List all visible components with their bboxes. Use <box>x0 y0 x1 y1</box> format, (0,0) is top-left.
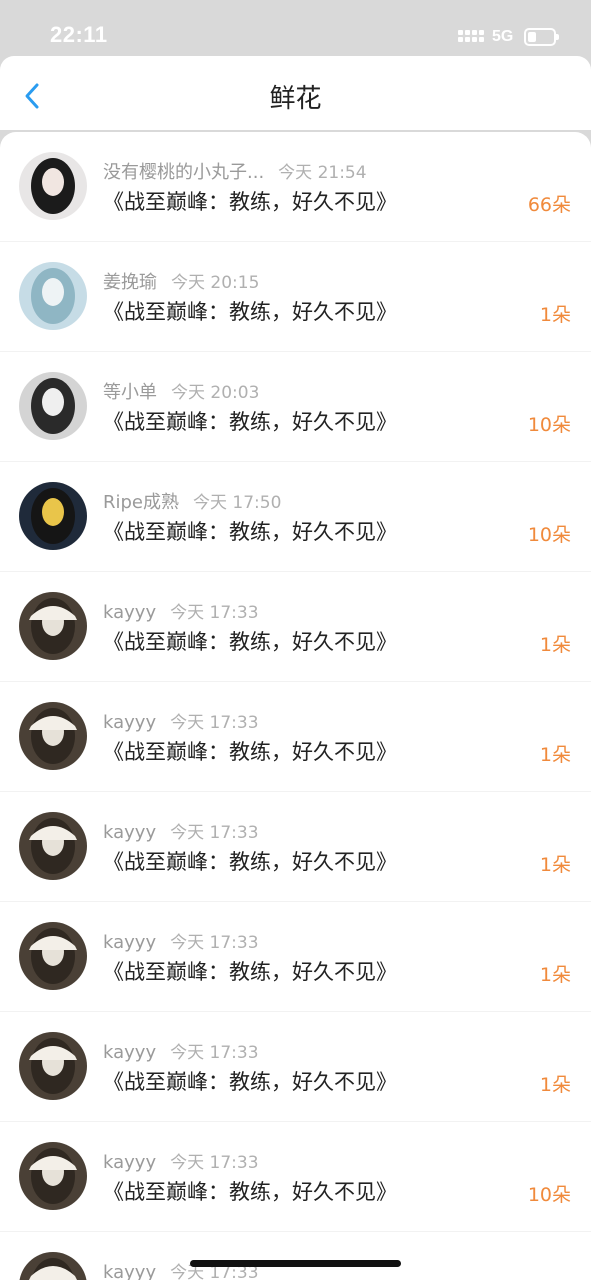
user-name[interactable]: kayyy <box>103 1152 156 1173</box>
avatar[interactable] <box>19 1252 87 1280</box>
timestamp: 今天 17:33 <box>170 603 259 623</box>
user-name[interactable]: 等小单 <box>103 382 157 403</box>
timestamp: 今天 17:33 <box>170 933 259 953</box>
list-item[interactable]: kayyy 今天 17:33 <box>0 1232 591 1280</box>
timestamp: 今天 17:33 <box>170 1153 259 1173</box>
flower-count: 10朵 <box>527 524 571 546</box>
user-name[interactable]: 没有樱桃的小丸子... <box>103 162 264 183</box>
avatar[interactable] <box>19 1142 87 1210</box>
user-name[interactable]: kayyy <box>103 712 156 733</box>
flower-count: 1朵 <box>539 744 571 766</box>
work-title: 《战至巅峰：教练，好久不见》 <box>103 190 397 214</box>
avatar[interactable] <box>19 702 87 770</box>
flower-count: 66朵 <box>527 194 571 216</box>
flower-count: 1朵 <box>539 964 571 986</box>
flower-count: 10朵 <box>527 414 571 436</box>
item-meta: kayyy 今天 17:33 <box>103 708 259 733</box>
list-item[interactable]: kayyy 今天 17:33 《战至巅峰：教练，好久不见》 1朵 <box>0 682 591 792</box>
list-item[interactable]: 姜挽瑜 今天 20:15 《战至巅峰：教练，好久不见》 1朵 <box>0 242 591 352</box>
work-title: 《战至巅峰：教练，好久不见》 <box>103 410 397 434</box>
timestamp: 今天 21:54 <box>278 163 367 183</box>
signal-icon <box>458 30 486 46</box>
item-meta: 没有樱桃的小丸子... 今天 21:54 <box>103 158 367 184</box>
work-title: 《战至巅峰：教练，好久不见》 <box>103 740 397 764</box>
avatar[interactable] <box>19 482 87 550</box>
flower-list: 没有樱桃的小丸子... 今天 21:54 《战至巅峰：教练，好久不见》 66朵 姜挽瑜今… <box>0 132 591 1280</box>
flower-count: 1朵 <box>539 1074 571 1096</box>
nav-bar: 鲜花 <box>0 56 591 130</box>
work-title: 《战至巅峰：教练，好久不见》 <box>103 300 397 324</box>
user-name[interactable]: kayyy <box>103 932 156 953</box>
work-title: 《战至巅峰：教练，好久不见》 <box>103 960 397 984</box>
status-bar: 22:11 5G <box>0 0 591 56</box>
list-item[interactable]: kayyy 今天 17:33 《战至巅峰：教练，好久不见》 1朵 <box>0 902 591 1012</box>
work-title: 《战至巅峰：教练，好久不见》 <box>103 1070 397 1094</box>
flower-count: 1朵 <box>539 854 571 876</box>
list-item[interactable]: kayyy 今天 17:33 《战至巅峰：教练，好久不见》 1朵 <box>0 1012 591 1122</box>
timestamp: 今天 20:15 <box>171 273 260 293</box>
list-item[interactable]: kayyy 今天 17:33 《战至巅峰：教练，好久不见》 1朵 <box>0 572 591 682</box>
item-meta: kayyy 今天 17:33 <box>103 1148 259 1173</box>
timestamp: 今天 17:33 <box>170 1043 259 1063</box>
battery-icon <box>524 28 559 46</box>
timestamp: 今天 17:33 <box>170 823 259 843</box>
user-name[interactable]: Ripe成熟 <box>103 492 179 513</box>
list-item[interactable]: 没有樱桃的小丸子... 今天 21:54 《战至巅峰：教练，好久不见》 66朵 <box>0 132 591 242</box>
list-item[interactable]: kayyy 今天 17:33 《战至巅峰：教练，好久不见》 10朵 <box>0 1122 591 1232</box>
user-name[interactable]: kayyy <box>103 1262 156 1280</box>
item-meta: kayyy 今天 17:33 <box>103 818 259 843</box>
work-title: 《战至巅峰：教练，好久不见》 <box>103 1180 397 1204</box>
timestamp: 今天 20:03 <box>171 383 260 403</box>
item-meta: Ripe成熟 今天 17:50 <box>103 488 281 514</box>
item-meta: 姜挽瑜 今天 20:15 <box>103 268 259 294</box>
list-item[interactable]: kayyy 今天 17:33 《战至巅峰：教练，好久不见》 1朵 <box>0 792 591 902</box>
home-indicator[interactable] <box>190 1260 401 1267</box>
item-meta: kayyy 今天 17:33 <box>103 1038 259 1063</box>
work-title: 《战至巅峰：教练，好久不见》 <box>103 520 397 544</box>
user-name[interactable]: kayyy <box>103 1042 156 1063</box>
status-time: 22:11 <box>50 22 108 47</box>
avatar[interactable] <box>19 152 87 220</box>
network-label: 5G <box>492 28 514 45</box>
avatar[interactable] <box>19 592 87 660</box>
item-meta: 等小单 今天 20:03 <box>103 378 259 404</box>
avatar[interactable] <box>19 262 87 330</box>
item-meta: kayyy 今天 17:33 <box>103 598 259 623</box>
avatar[interactable] <box>19 372 87 440</box>
flower-count: 10朵 <box>527 1184 571 1206</box>
avatar[interactable] <box>19 922 87 990</box>
avatar[interactable] <box>19 812 87 880</box>
user-name[interactable]: 姜挽瑜 <box>103 272 157 293</box>
flower-count: 1朵 <box>539 304 571 326</box>
user-name[interactable]: kayyy <box>103 822 156 843</box>
page-title: 鲜花 <box>269 84 322 114</box>
timestamp: 今天 17:50 <box>193 493 282 513</box>
work-title: 《战至巅峰：教练，好久不见》 <box>103 630 397 654</box>
item-meta: kayyy 今天 17:33 <box>103 928 259 953</box>
list-item[interactable]: Ripe成熟 今天 17:50 《战至巅峰：教练，好久不见》 10朵 <box>0 462 591 572</box>
work-title: 《战至巅峰：教练，好久不见》 <box>103 850 397 874</box>
user-name[interactable]: kayyy <box>103 602 156 623</box>
list-item[interactable]: 等小单 今天 20:03 《战至巅峰：教练，好久不见》 10朵 <box>0 352 591 462</box>
avatar[interactable] <box>19 1032 87 1100</box>
timestamp: 今天 17:33 <box>170 713 259 733</box>
flower-count: 1朵 <box>539 634 571 656</box>
